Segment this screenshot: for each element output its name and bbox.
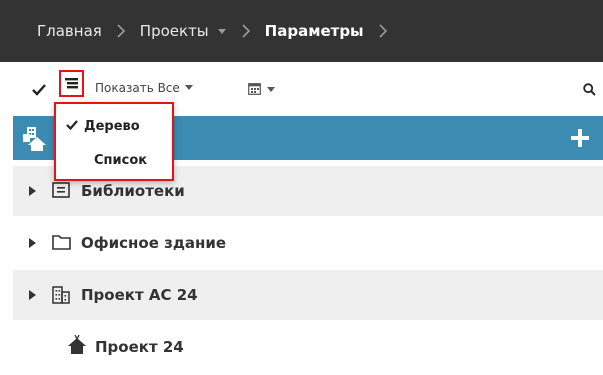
breadcrumb-label[interactable]: Параметры: [265, 22, 364, 40]
menu-item-tree[interactable]: Дерево: [56, 109, 172, 143]
expand-arrow-icon[interactable]: [29, 286, 36, 304]
breadcrumb: Главная Проекты Параметры: [0, 0, 603, 62]
menu-item-label[interactable]: Дерево: [84, 119, 140, 134]
calendar-icon[interactable]: [248, 80, 261, 99]
check-icon: [66, 119, 78, 134]
tree-row-label[interactable]: Проект АС 24: [81, 286, 198, 304]
breadcrumb-label[interactable]: Проекты: [140, 22, 209, 40]
chevron-right-icon: [116, 23, 126, 39]
building-icon: [52, 286, 70, 308]
library-icon: [52, 182, 70, 202]
tree-row[interactable]: Офисное здание: [13, 218, 603, 268]
check-icon[interactable]: [32, 81, 46, 100]
tree-row-label[interactable]: Проект 24: [95, 338, 184, 356]
tree-row-label[interactable]: Библиотеки: [81, 182, 185, 200]
search-icon[interactable]: [583, 81, 596, 100]
show-all-button[interactable]: Показать Все: [95, 81, 193, 95]
folder-icon: [52, 234, 71, 254]
house-icon: [68, 334, 86, 359]
show-all-label[interactable]: Показать Все: [95, 81, 180, 95]
chevron-right-icon: [378, 23, 388, 39]
caret-down-icon[interactable]: [217, 27, 227, 35]
expand-arrow-icon[interactable]: [29, 182, 36, 200]
breadcrumb-item-projects[interactable]: Проекты: [140, 22, 227, 40]
project-group-icon: [22, 125, 48, 157]
expand-arrow-icon[interactable]: [29, 234, 36, 252]
add-icon[interactable]: [571, 129, 589, 151]
tree-row[interactable]: Проект 24: [13, 322, 603, 372]
date-filter-button[interactable]: [248, 80, 275, 99]
caret-down-icon[interactable]: [267, 86, 275, 93]
breadcrumb-item-home[interactable]: Главная: [37, 22, 102, 40]
view-mode-button[interactable]: [59, 70, 84, 97]
chevron-right-icon: [241, 23, 251, 39]
menu-item-list[interactable]: Список: [56, 143, 172, 177]
tree-view-icon: [65, 74, 78, 93]
tree-row-label[interactable]: Офисное здание: [81, 234, 226, 252]
menu-item-label[interactable]: Список: [94, 153, 147, 168]
breadcrumb-item-settings[interactable]: Параметры: [265, 22, 364, 40]
breadcrumb-label[interactable]: Главная: [37, 22, 102, 40]
caret-down-icon[interactable]: [184, 85, 193, 91]
view-mode-menu: Дерево Список: [54, 102, 174, 181]
tree-row[interactable]: Проект АС 24: [13, 270, 603, 320]
